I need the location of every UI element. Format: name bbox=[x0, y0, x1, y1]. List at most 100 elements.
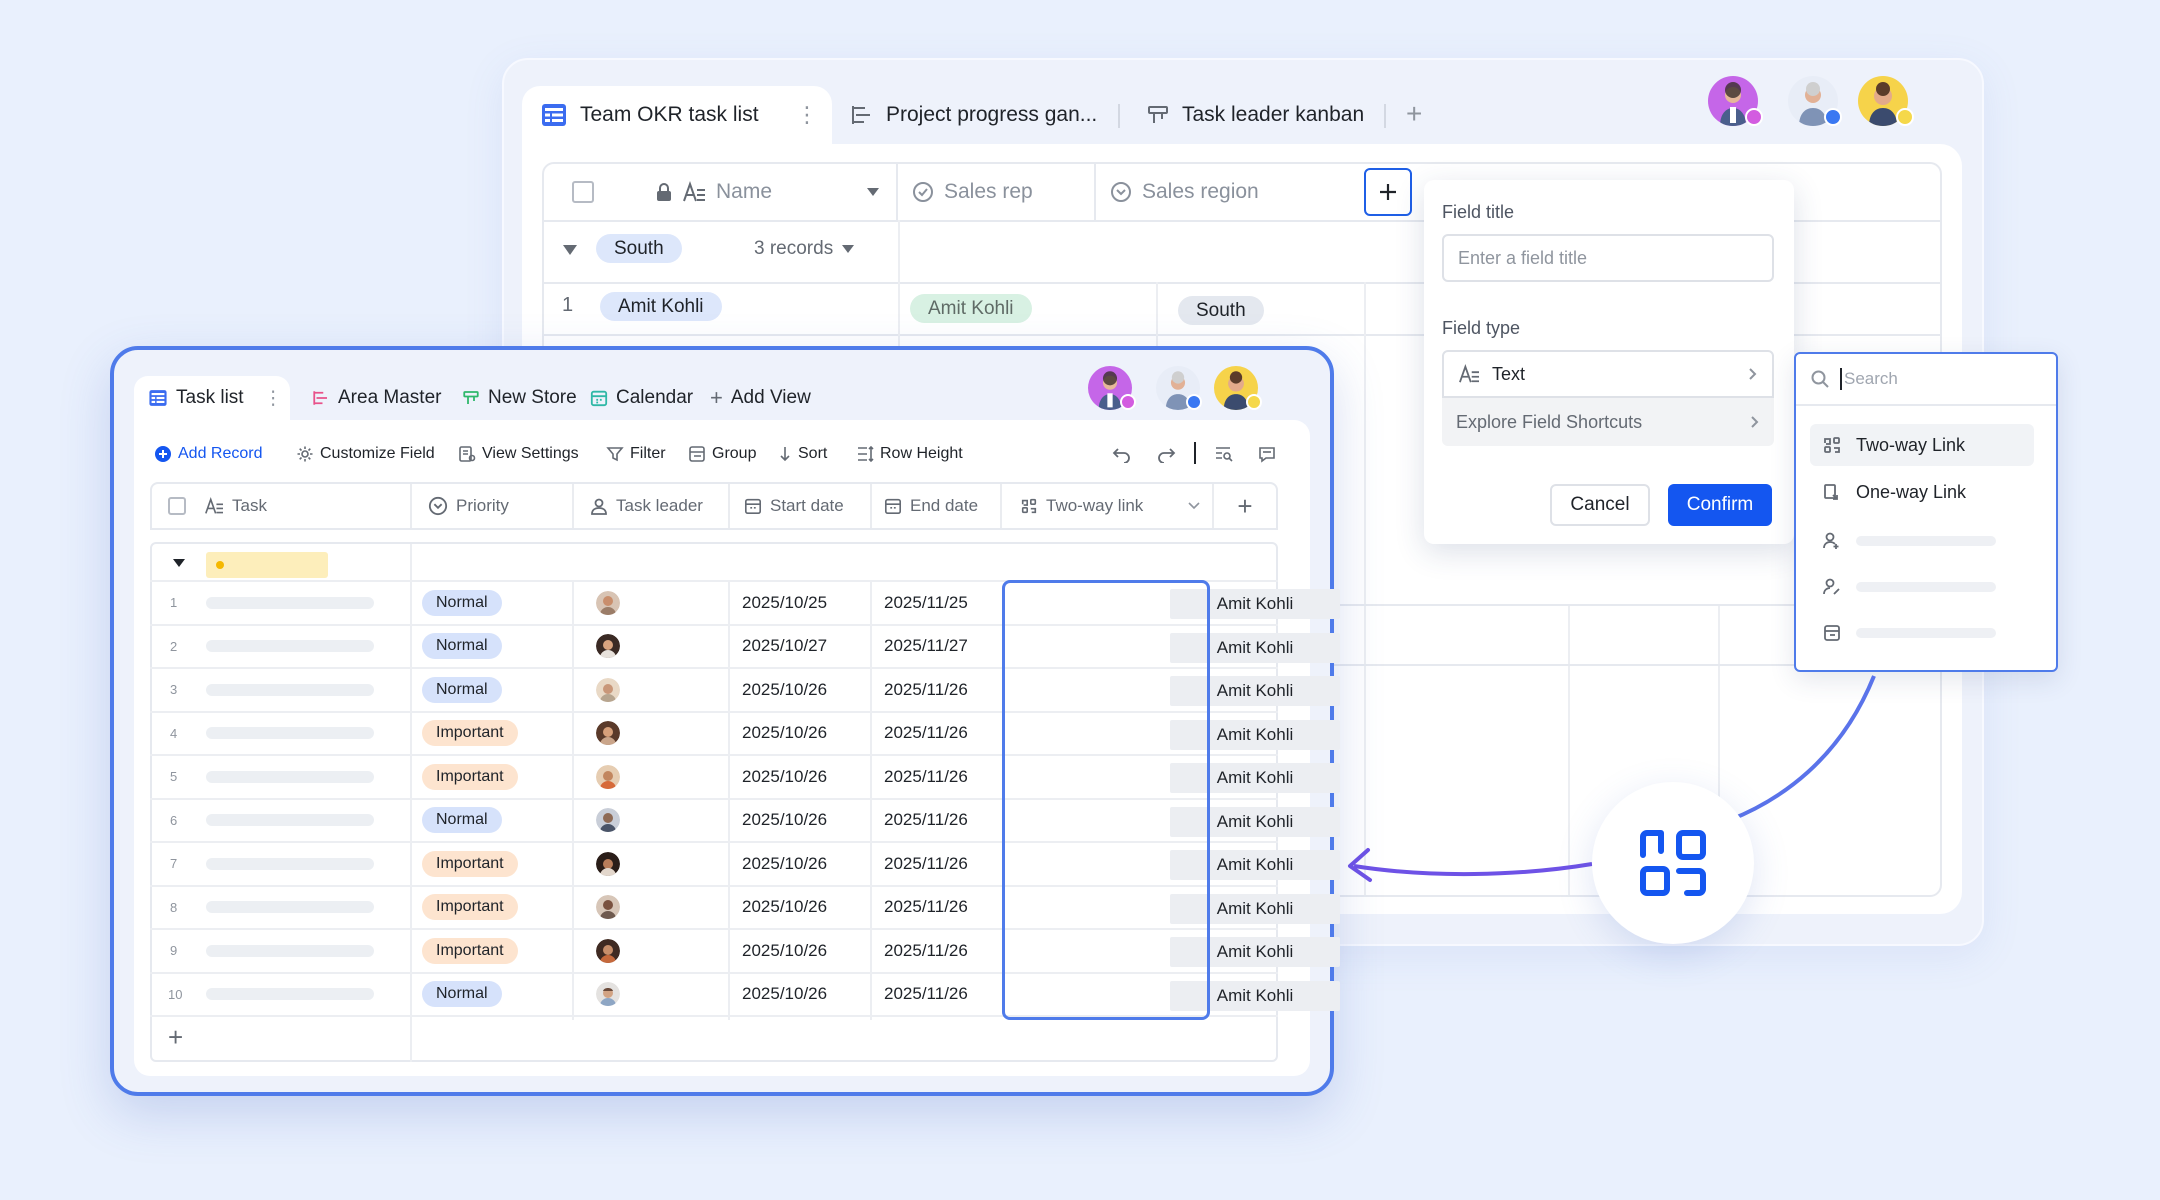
table-row[interactable]: 8 Important 2025/10/26 2025/11/26 Amit K… bbox=[150, 887, 1340, 930]
tab-task-leader-kanban[interactable]: Task leader kanban bbox=[1146, 86, 1364, 144]
more-icon[interactable]: ⋮ bbox=[796, 102, 818, 128]
column-header-sales-region[interactable]: Sales region bbox=[1096, 164, 1292, 220]
table-row[interactable]: 10 Normal 2025/10/26 2025/11/26 Amit Koh… bbox=[150, 974, 1340, 1017]
two-way-link-value[interactable]: Amit Kohli bbox=[1170, 937, 1340, 967]
sort-icon bbox=[778, 445, 792, 463]
sort-button[interactable]: Sort bbox=[778, 442, 827, 466]
add-view-button[interactable]: + Add View bbox=[710, 376, 811, 420]
tab-calendar[interactable]: Calendar bbox=[590, 376, 693, 420]
table-row[interactable]: 3 Normal 2025/10/26 2025/11/26 Amit Kohl… bbox=[150, 669, 1340, 713]
column-header-task[interactable]: Task bbox=[152, 484, 412, 528]
comments-button[interactable] bbox=[1258, 442, 1276, 466]
row-height-button[interactable]: Row Height bbox=[856, 442, 963, 466]
plus-circle-icon bbox=[154, 445, 172, 463]
group-record-count[interactable]: 3 records bbox=[754, 238, 855, 260]
text-field-icon bbox=[1458, 364, 1480, 384]
person-icon bbox=[590, 497, 608, 515]
option-placeholder[interactable] bbox=[1810, 520, 2034, 562]
add-tab-icon[interactable]: + bbox=[1406, 100, 1422, 128]
add-row-button[interactable]: + bbox=[168, 1024, 183, 1050]
chevron-down-icon[interactable] bbox=[1188, 502, 1200, 510]
column-header-start-date[interactable]: Start date bbox=[730, 484, 872, 528]
two-way-link-value[interactable]: Amit Kohli bbox=[1170, 676, 1340, 706]
explore-field-shortcuts[interactable]: Explore Field Shortcuts bbox=[1442, 398, 1774, 446]
search-input[interactable]: Search bbox=[1796, 354, 2056, 406]
two-way-link-value[interactable]: Amit Kohli bbox=[1170, 893, 1340, 924]
two-way-link-value[interactable]: Amit Kohli bbox=[1170, 980, 1340, 1011]
tab-new-store[interactable]: New Store bbox=[462, 376, 577, 420]
two-way-link-badge bbox=[1592, 782, 1754, 944]
column-label: Sales rep bbox=[944, 180, 1033, 203]
group-row bbox=[150, 544, 1278, 582]
group-button[interactable]: Group bbox=[688, 442, 756, 466]
two-way-link-value[interactable]: Amit Kohli bbox=[1170, 632, 1340, 663]
task-leader-avatar bbox=[596, 887, 620, 929]
group-tag: South bbox=[596, 234, 682, 263]
option-two-way-link[interactable]: Two-way Link bbox=[1810, 424, 2034, 466]
option-placeholder[interactable] bbox=[1810, 612, 2034, 654]
option-one-way-link[interactable]: One-way Link bbox=[1810, 471, 2034, 513]
column-header-task-leader[interactable]: Task leader bbox=[574, 484, 730, 528]
add-column-button[interactable]: + bbox=[1214, 484, 1276, 528]
column-label: End date bbox=[910, 496, 979, 515]
column-header-end-date[interactable]: End date bbox=[872, 484, 1002, 528]
front-grid-header: Task Priority Task leader Start date End… bbox=[150, 482, 1278, 530]
option-placeholder[interactable] bbox=[1810, 566, 2034, 608]
toolbar-label: View Settings bbox=[482, 445, 579, 462]
table-row[interactable]: 4 Important 2025/10/26 2025/11/26 Amit K… bbox=[150, 713, 1340, 756]
search-records-button[interactable] bbox=[1214, 442, 1234, 466]
table-row[interactable]: 7 Important 2025/10/26 2025/11/26 Amit K… bbox=[150, 843, 1340, 887]
two-way-link-value[interactable]: Amit Kohli bbox=[1170, 763, 1340, 793]
name-tag: Amit Kohli bbox=[600, 292, 722, 321]
undo-button[interactable] bbox=[1112, 442, 1132, 466]
column-header-two-way-link[interactable]: Two-way link bbox=[1002, 484, 1214, 528]
group-dot bbox=[216, 561, 224, 569]
redo-button[interactable] bbox=[1156, 442, 1176, 466]
undo-icon bbox=[1112, 448, 1130, 463]
two-way-link-value[interactable]: Amit Kohli bbox=[1170, 589, 1340, 619]
confirm-button[interactable]: Confirm bbox=[1668, 484, 1772, 526]
task-skeleton bbox=[206, 814, 374, 827]
column-header-sales-rep[interactable]: Sales rep bbox=[898, 164, 1096, 220]
calendar-icon bbox=[744, 497, 762, 515]
table-row[interactable]: 2 Normal 2025/10/27 2025/11/27 Amit Kohl… bbox=[150, 626, 1340, 669]
two-way-link-value[interactable]: Amit Kohli bbox=[1170, 719, 1340, 750]
table-row[interactable]: 9 Important 2025/10/26 2025/11/26 Amit K… bbox=[150, 930, 1340, 974]
tab-task-list[interactable]: Task list ⋮ bbox=[134, 376, 290, 420]
start-date: 2025/10/26 bbox=[742, 679, 828, 699]
task-skeleton bbox=[206, 770, 374, 783]
field-title-input[interactable]: Enter a field title bbox=[1442, 234, 1774, 282]
customize-field-button[interactable]: Customize Field bbox=[296, 442, 435, 466]
more-icon[interactable]: ⋮ bbox=[264, 387, 283, 410]
tab-label: Calendar bbox=[616, 387, 694, 408]
tab-project-gantt[interactable]: Project progress gan... bbox=[850, 86, 1097, 144]
table-row[interactable]: 6 Normal 2025/10/26 2025/11/26 Amit Kohl… bbox=[150, 800, 1340, 843]
view-settings-button[interactable]: View Settings bbox=[458, 442, 579, 466]
two-way-link-value[interactable]: Amit Kohli bbox=[1170, 850, 1340, 880]
collapse-arrow-icon[interactable] bbox=[562, 244, 578, 256]
table-row[interactable]: 5 Important 2025/10/26 2025/11/26 Amit K… bbox=[150, 756, 1340, 800]
tab-area-master[interactable]: Area Master bbox=[312, 376, 441, 420]
cancel-button[interactable]: Cancel bbox=[1550, 484, 1650, 526]
column-header-priority[interactable]: Priority bbox=[412, 484, 574, 528]
column-header-name[interactable]: Name bbox=[544, 164, 898, 220]
select-all-checkbox[interactable] bbox=[168, 497, 186, 515]
column-label: Two-way link bbox=[1046, 496, 1144, 515]
select-all-checkbox[interactable] bbox=[572, 181, 594, 203]
collapse-arrow-icon[interactable] bbox=[172, 558, 186, 568]
status-dot bbox=[1246, 394, 1262, 410]
field-type-select[interactable]: Text bbox=[1442, 350, 1774, 398]
task-skeleton bbox=[206, 683, 374, 696]
toolbar-label: Customize Field bbox=[320, 445, 435, 462]
end-date: 2025/11/26 bbox=[884, 810, 968, 830]
gantt-icon bbox=[312, 389, 330, 407]
grid-icon bbox=[540, 101, 568, 129]
two-way-link-value[interactable]: Amit Kohli bbox=[1170, 806, 1340, 837]
add-record-button[interactable]: Add Record bbox=[154, 442, 263, 466]
task-leader-avatar bbox=[596, 713, 620, 755]
filter-button[interactable]: Filter bbox=[606, 442, 666, 466]
add-field-button[interactable] bbox=[1364, 168, 1412, 216]
tab-team-okr[interactable]: Team OKR task list ⋮ bbox=[522, 86, 832, 144]
table-row[interactable]: 1 Normal 2025/10/25 2025/11/25 Amit Kohl… bbox=[150, 582, 1340, 626]
dropdown-arrow-icon[interactable] bbox=[866, 187, 880, 197]
